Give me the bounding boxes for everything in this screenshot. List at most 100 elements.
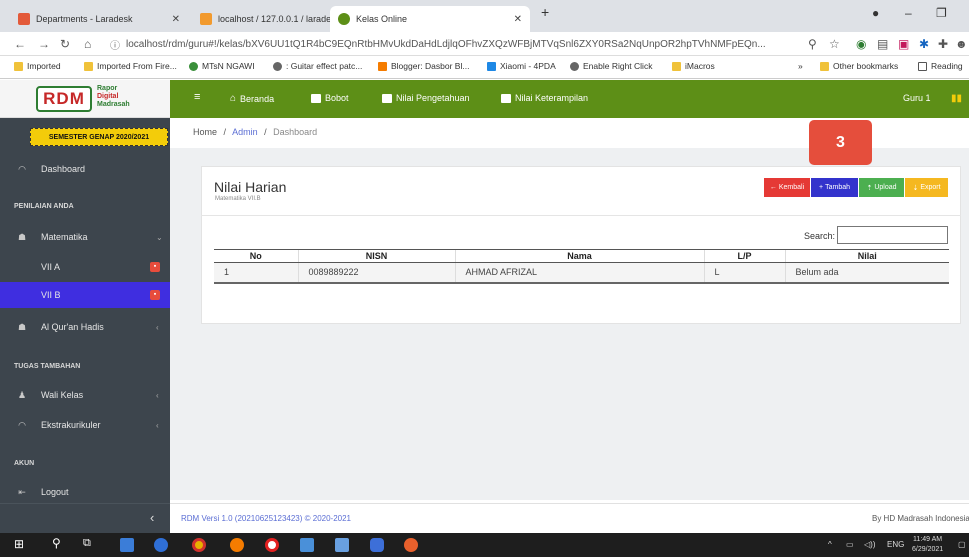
network-app-icon[interactable] [335,538,349,552]
bookmark-item[interactable]: Blogger: Dasbor Bl... [378,61,469,71]
profile-icon[interactable]: ● [872,6,879,20]
bookmark-item[interactable]: : Guitar effect patc... [273,61,362,71]
col-header-nama[interactable]: Nama [454,249,704,263]
sidebar-item-logout[interactable]: ⇤ Logout [0,479,170,505]
back-icon[interactable]: ← [14,37,26,51]
cell-nilai: Belum ada [784,262,949,284]
sidebar-item-alquran-hadis[interactable]: ☗ Al Qur'an Hadis ‹ [0,314,170,340]
cell-no: 1 [214,262,298,284]
opera-icon[interactable] [265,538,279,552]
sidebar-item-label: VII B [41,290,61,300]
semester-badge: SEMESTER GENAP 2020/2021 [30,128,168,146]
task-view-icon[interactable]: ⧉ [83,537,97,551]
network-icon[interactable]: ▭ [846,540,854,549]
table-icon [501,93,511,103]
nav-beranda[interactable]: ⌂ Beranda [230,93,274,104]
col-header-nilai[interactable]: Nilai [784,249,949,263]
restore-icon[interactable]: ❐ [936,6,947,20]
bookmark-item[interactable]: Imported From Fire... [84,61,177,71]
col-header-lp[interactable]: L/P [703,249,785,263]
cell-nama: AHMAD AFRIZAL [454,262,704,284]
download-icon: ⇣ [912,184,919,192]
windows-start-icon[interactable]: ⊞ [14,537,28,551]
app-icon[interactable] [404,538,418,552]
breadcrumb-sep: / [264,127,267,137]
nav-bobot[interactable]: Bobot [311,93,349,103]
reading-list[interactable]: Reading [918,61,963,71]
close-tab-icon[interactable]: ✕ [514,14,522,25]
app-icon[interactable] [300,538,314,552]
bar-chart-icon [382,93,392,103]
export-button[interactable]: ⇣ Export [905,178,948,197]
app-icon[interactable] [370,538,384,552]
extension-icon[interactable]: ✱ [919,37,929,51]
sidebar-item-matematika[interactable]: ☗ Matematika ⌄ [0,224,170,250]
clock[interactable]: 11:49 AM 6/29/2021 [912,535,943,555]
bookmark-item[interactable]: MTsN NGAWI [189,61,255,71]
phpmyadmin-favicon-icon [200,13,212,25]
bookmarks-overflow[interactable]: » [798,61,803,71]
close-tab-icon[interactable]: ✕ [172,14,180,25]
forward-icon[interactable]: → [38,37,50,51]
extension-icon[interactable]: ◉ [856,37,866,51]
star-icon[interactable]: ☆ [829,37,840,51]
extension-icon[interactable]: ▣ [898,37,909,51]
user-avatar-icon[interactable]: ▮▮ [951,93,962,104]
language-indicator[interactable]: ENG [887,540,904,549]
sidebar-item-wali-kelas[interactable]: ♟ Wali Kelas ‹ [0,382,170,408]
card-subtitle: Matematika VII.B [215,196,261,202]
account-icon[interactable]: ☻ [955,37,968,51]
url-field[interactable]: ⓘ localhost/rdm/guru#!/kelas/bXV6UU1tQ1R… [110,35,795,53]
sidebar-item-dashboard[interactable]: ◠ Dashboard [0,156,170,182]
volume-icon[interactable]: ◁)) [864,540,875,549]
chrome-icon[interactable] [192,538,206,552]
cell-lp: L [703,262,785,284]
minimize-icon[interactable]: – [905,6,912,20]
new-tab-icon[interactable]: + [541,4,549,20]
bookmark-item[interactable]: iMacros [672,61,715,71]
section-heading: TUGAS TAMBAHAN [14,363,81,370]
file-explorer-icon[interactable] [120,538,134,552]
tray-chevron-icon[interactable]: ^ [828,540,832,549]
dashboard-icon: ◠ [18,163,26,174]
search-input[interactable] [837,226,948,244]
notifications-icon[interactable]: ▢ [958,540,966,549]
breadcrumb-admin[interactable]: Admin [232,127,258,137]
sidebar-item-ekstrakurikuler[interactable]: ◠ Ekstrakurikuler ‹ [0,412,170,438]
user-menu[interactable]: Guru 1 [903,93,931,103]
bookmark-item[interactable]: Xiaomi - 4PDA [487,61,556,71]
tambah-button[interactable]: + Tambah [811,178,858,197]
app-icon[interactable] [154,538,168,552]
zoom-icon[interactable]: ⚲ [808,37,817,51]
firefox-icon[interactable] [230,538,244,552]
search-icon[interactable]: ⚲ [52,536,66,550]
sidebar-item-vii-b[interactable]: VII B ▪ [0,282,170,308]
app-logo[interactable]: RDM Rapor Digital Madrasah [0,80,170,118]
col-header-nisn[interactable]: NISN [297,249,455,263]
nav-nilai-keterampilan[interactable]: Nilai Keterampilan [501,93,588,103]
bookmark-label: Other bookmarks [833,61,899,71]
sidebar-item-vii-a[interactable]: VII A ▪ [0,254,170,280]
extensions-puzzle-icon[interactable]: ✚ [938,37,948,51]
other-bookmarks[interactable]: Other bookmarks [820,61,898,71]
reload-icon[interactable]: ↻ [60,37,70,51]
home-icon[interactable]: ⌂ [84,37,91,51]
browser-tab-active[interactable]: Kelas Online ✕ [330,6,530,32]
collapse-sidebar-icon[interactable]: ‹ [150,510,154,525]
extension-icon[interactable]: ▤ [877,37,888,51]
sidebar: RDM Rapor Digital Madrasah SEMESTER GENA… [0,80,170,534]
user-name: Guru 1 [903,93,931,103]
upload-button[interactable]: ⇡ Upload [859,178,904,197]
breadcrumb-home[interactable]: Home [193,127,217,137]
table-row[interactable]: 1 0089889222 AHMAD AFRIZAL L Belum ada [214,262,949,284]
col-header-no[interactable]: No [214,249,298,263]
kembali-button[interactable]: ← Kembali [764,178,810,197]
browser-tab[interactable]: Departments - Laradesk ✕ [10,6,188,32]
button-label: Upload [874,184,897,191]
bookmark-item[interactable]: Imported [14,61,61,71]
chevron-down-icon: ⌄ [156,232,163,242]
bookmark-item[interactable]: Enable Right Click [570,61,652,71]
menu-toggle-icon[interactable]: ≡ [194,91,200,103]
folder-icon [14,61,23,71]
nav-nilai-pengetahuan[interactable]: Nilai Pengetahuan [382,93,470,103]
